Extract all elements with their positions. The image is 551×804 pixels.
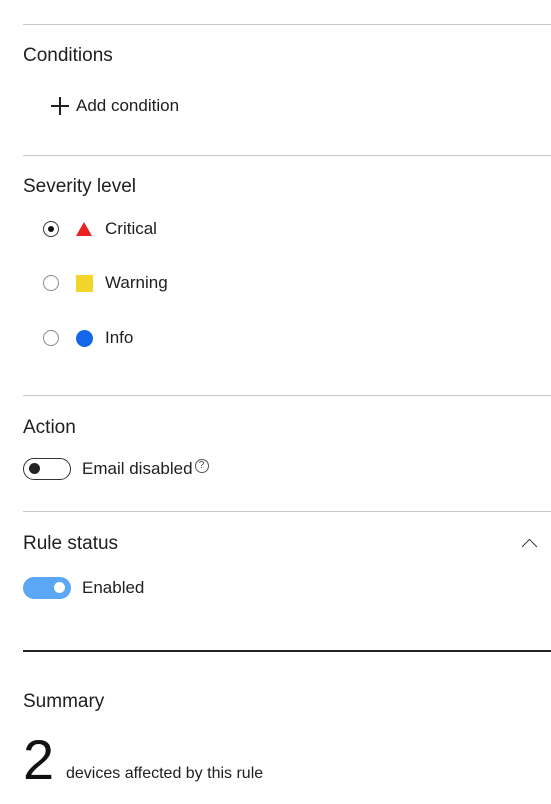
summary-divider: [23, 650, 551, 652]
add-condition-label: Add condition: [76, 96, 180, 115]
devices-affected-text: devices affected by this rule: [66, 765, 264, 782]
severity-option-warning[interactable]: Warning: [43, 269, 168, 297]
action-title: Action: [23, 417, 76, 438]
summary-title: Summary: [23, 691, 105, 712]
radio-warning[interactable]: [43, 275, 59, 291]
add-condition-button[interactable]: Add condition: [51, 92, 179, 120]
plus-icon: [51, 97, 69, 115]
toggle-knob: [29, 463, 40, 474]
conditions-title: Conditions: [23, 45, 113, 66]
severity-label-critical: Critical: [105, 219, 157, 238]
radio-info[interactable]: [43, 330, 59, 346]
rule-status-label: Enabled: [82, 578, 145, 597]
top-divider: [23, 24, 551, 25]
help-icon[interactable]: ?: [194, 459, 209, 473]
rule-status-toggle-row: Enabled: [23, 575, 144, 601]
severity-title: Severity level: [23, 176, 136, 197]
severity-divider: [23, 395, 551, 396]
square-icon: [75, 274, 93, 292]
circle-icon: [75, 329, 93, 347]
devices-count: 2: [23, 728, 55, 791]
severity-label-info: Info: [105, 328, 134, 347]
action-divider: [23, 511, 551, 512]
severity-option-critical[interactable]: Critical: [43, 215, 157, 243]
severity-label-warning: Warning: [105, 273, 168, 292]
email-toggle[interactable]: [23, 458, 71, 480]
triangle-icon: [76, 222, 92, 236]
conditions-divider: [23, 155, 551, 156]
email-toggle-label: Email disabled: [82, 459, 193, 478]
rule-status-toggle[interactable]: [23, 577, 71, 599]
severity-option-info[interactable]: Info: [43, 324, 133, 352]
email-toggle-row: Email disabled ?: [23, 456, 209, 482]
chevron-up-icon[interactable]: [521, 536, 537, 552]
rule-status-title: Rule status: [23, 533, 119, 554]
radio-critical[interactable]: [43, 221, 59, 237]
toggle-knob: [54, 582, 65, 593]
